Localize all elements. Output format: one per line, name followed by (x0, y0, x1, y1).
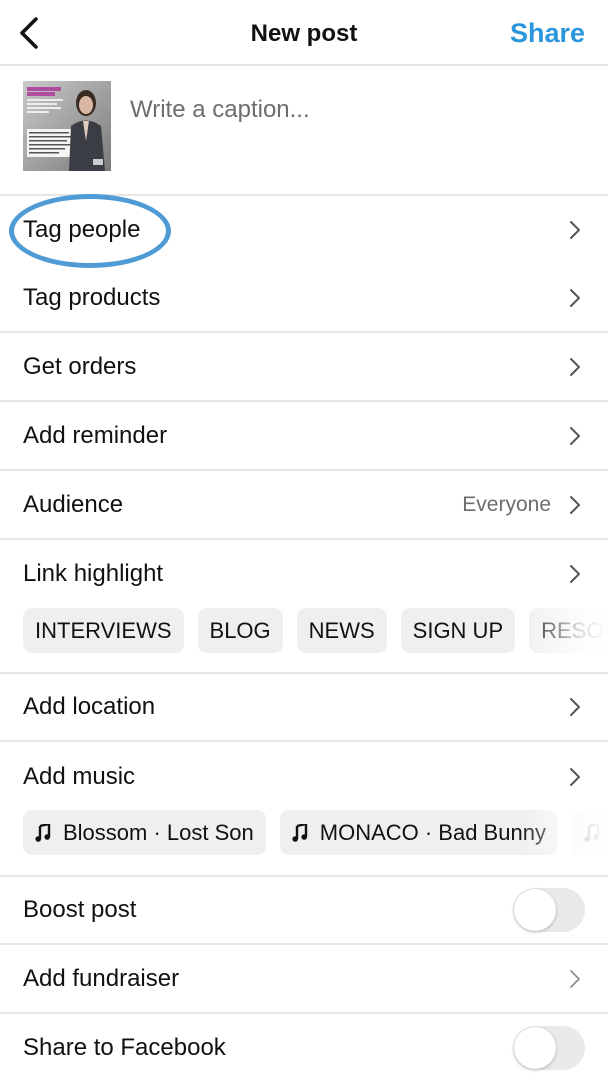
chevron-right-icon (570, 289, 580, 307)
music-chip-label: Blossom · Lost Son (63, 819, 254, 845)
chevron-right-icon (570, 768, 580, 786)
link-chip-interviews[interactable]: INTERVIEWS (23, 608, 184, 653)
music-chip-label: MONACO · Bad Bunny (319, 819, 546, 845)
add-reminder-row[interactable]: Add reminder (0, 403, 608, 471)
tag-people-label: Tag people (23, 216, 141, 243)
add-music-label: Add music (23, 763, 136, 790)
add-music-row[interactable]: Add music (0, 743, 608, 811)
add-reminder-label: Add reminder (23, 422, 168, 449)
toggle-knob (514, 1027, 556, 1069)
tag-products-row[interactable]: Tag products (0, 265, 608, 333)
share-button[interactable]: Share (510, 18, 585, 49)
add-location-row[interactable]: Add location (0, 674, 608, 742)
music-chip[interactable] (571, 810, 608, 855)
link-chip-sign-up[interactable]: SIGN UP (400, 608, 516, 653)
share-to-facebook-row: Share to Facebook (0, 1014, 608, 1080)
chevron-right-icon (570, 221, 580, 239)
caption-section (0, 66, 608, 196)
link-chip-blog[interactable]: BLOG (197, 608, 283, 653)
music-note-icon (35, 823, 51, 842)
audience-value: Everyone (462, 493, 551, 516)
chevron-right-icon (570, 358, 580, 376)
chevron-right-icon (570, 970, 580, 988)
add-fundraiser-label: Add fundraiser (23, 965, 180, 992)
chevron-right-icon (570, 698, 580, 716)
chevron-right-icon (570, 496, 580, 514)
get-orders-row[interactable]: Get orders (0, 334, 608, 402)
boost-post-toggle[interactable] (513, 888, 585, 932)
link-chip-news[interactable]: NEWS (296, 608, 387, 653)
chevron-right-icon (570, 427, 580, 445)
chevron-left-icon (20, 17, 38, 49)
audience-row[interactable]: Audience Everyone (0, 472, 608, 540)
share-to-facebook-toggle[interactable] (513, 1026, 585, 1070)
top-nav-bar: New post Share (0, 0, 608, 66)
link-highlight-row[interactable]: Link highlight (0, 540, 608, 608)
caption-input[interactable] (130, 92, 580, 128)
back-button[interactable] (14, 15, 46, 51)
get-orders-label: Get orders (23, 353, 137, 380)
chevron-right-icon (570, 565, 580, 583)
add-location-label: Add location (23, 693, 156, 720)
audience-label: Audience (23, 491, 124, 518)
music-chip[interactable]: MONACO · Bad Bunny (279, 810, 558, 855)
thumbnail-image (23, 81, 111, 171)
tag-people-row[interactable]: Tag people (0, 196, 608, 264)
toggle-knob (514, 889, 556, 931)
link-highlight-label: Link highlight (23, 560, 164, 587)
link-chip-resources[interactable]: RESOURCES (529, 608, 608, 653)
music-note-icon (584, 823, 600, 842)
post-thumbnail[interactable] (23, 81, 111, 171)
music-note-icon (292, 823, 307, 842)
music-suggestion-chips: Blossom · Lost Son MONACO · Bad Bunny (23, 810, 608, 856)
add-fundraiser-row[interactable]: Add fundraiser (0, 946, 608, 1014)
share-to-facebook-label: Share to Facebook (23, 1034, 226, 1061)
tag-products-label: Tag products (23, 284, 161, 311)
boost-post-label: Boost post (23, 896, 137, 923)
music-chip[interactable]: Blossom · Lost Son (23, 810, 266, 855)
link-highlight-chips: INTERVIEWS BLOG NEWS SIGN UP RESOURCES (23, 608, 608, 654)
boost-post-row: Boost post (0, 877, 608, 945)
